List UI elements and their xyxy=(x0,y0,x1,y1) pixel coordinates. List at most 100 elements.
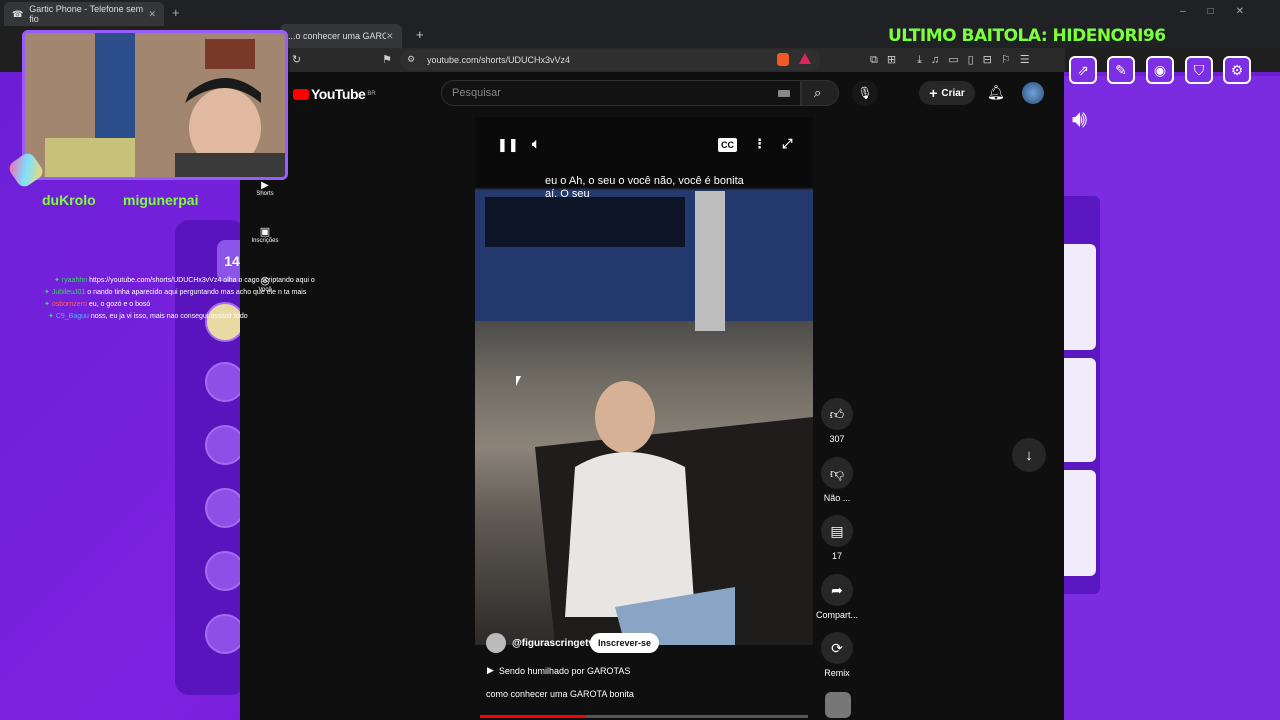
pillar xyxy=(695,191,725,331)
comment-icon: ▤ xyxy=(830,522,844,539)
shield-icon[interactable]: ⛉ xyxy=(1185,56,1213,84)
like-count: 307 xyxy=(829,434,845,444)
option-card[interactable] xyxy=(1064,244,1096,350)
brave-shield-icon[interactable] xyxy=(777,53,789,66)
chat-message: ✦ C9_Baguu noss, eu ja vi isso, mais nao… xyxy=(48,312,248,320)
tab-label: ...o conhecer uma GAROTA xyxy=(288,31,386,41)
external-link-icon[interactable]: ⇗ xyxy=(1069,56,1097,84)
empty-avatar xyxy=(205,551,245,591)
cam-name-right: migunerpai xyxy=(123,192,199,208)
remix-label: Remix xyxy=(824,668,850,678)
shorts-icon: ▶ xyxy=(261,180,269,191)
microphone-icon: 🎙︎ xyxy=(857,86,873,100)
progress-fill xyxy=(480,715,585,718)
share-button[interactable]: ➦ xyxy=(821,574,853,606)
playlist-link[interactable]: ▶ Sendo humilhado por GAROTAS xyxy=(487,665,630,676)
tab-gartic[interactable]: ☎ Gartic Phone - Telefone sem fio ✕ xyxy=(4,2,164,26)
create-button[interactable]: + Criar xyxy=(919,81,975,105)
video-title[interactable]: como conhecer uma GAROTA bonita xyxy=(486,689,634,699)
window-controls[interactable]: –□✕ xyxy=(1180,6,1266,17)
empty-avatar xyxy=(205,425,245,465)
cam-name-left: duKrolo xyxy=(42,192,96,208)
chat-message: ✦ ryaahhn https://youtube.com/shorts/UDU… xyxy=(54,276,315,284)
edit-icon[interactable]: ✎ xyxy=(1107,56,1135,84)
option-card[interactable] xyxy=(1064,358,1096,462)
video-caption: eu o Ah, o seu o você não, você é bonita… xyxy=(545,175,744,200)
youtube-wordmark: YouTube xyxy=(311,86,366,102)
close-tab-icon[interactable]: ✕ xyxy=(148,9,156,20)
share-label: Compart... xyxy=(815,610,858,620)
moderator-icon: ✦ xyxy=(54,277,60,284)
next-video-button[interactable]: ↓ xyxy=(1012,438,1046,472)
sound-thumbnail[interactable] xyxy=(825,692,851,718)
volume-icon[interactable]: 🔈︎ xyxy=(532,136,540,152)
dislike-icon: 👎︎ xyxy=(829,464,845,481)
webcam-overlay xyxy=(22,30,288,180)
sidebar-label: Inscrições xyxy=(251,238,279,244)
create-label: Criar xyxy=(941,87,965,99)
like-button[interactable]: 👍︎ xyxy=(821,398,853,430)
voice-search-button[interactable]: 🎙︎ xyxy=(852,80,878,106)
browser-tab-bar: ☎ Gartic Phone - Telefone sem fio ✕ + –□… xyxy=(0,0,1280,26)
url-text[interactable]: youtube.com/shorts/UDUCHx3vVz4 xyxy=(427,55,570,65)
remix-icon: ⟳ xyxy=(831,639,843,656)
chat-message: ✦ JubileuJ01 o nando tinha aparecido aqu… xyxy=(44,288,306,296)
volume-icon[interactable]: 🔊︎ xyxy=(1072,106,1087,134)
bus-windows xyxy=(485,197,685,247)
chat-text: https://youtube.com/shorts/UDUCHx3vVz4 o… xyxy=(89,277,315,284)
search-input[interactable]: Pesquisar xyxy=(452,87,501,99)
gear-icon[interactable]: ⚙ xyxy=(1223,56,1251,84)
captions-button[interactable]: CC xyxy=(718,138,737,152)
subscribe-button[interactable]: Inscrever-se xyxy=(590,633,660,653)
remix-button[interactable]: ⟳ xyxy=(821,632,853,664)
subscriptions-icon: ▣ xyxy=(259,226,271,238)
site-settings-icon[interactable]: ⚙ xyxy=(407,54,415,65)
browser-toolbar-icons[interactable]: ⧉⊞ ⤓♫▭▯⊟⚐☰ xyxy=(870,53,1039,67)
chat-user: JubileuJ01 xyxy=(51,289,86,296)
channel-name[interactable]: @figurascringetv xyxy=(512,638,594,649)
avatar[interactable] xyxy=(1022,82,1044,104)
mouse-cursor xyxy=(516,376,526,386)
moderator-icon: ✦ xyxy=(44,289,50,296)
comment-button[interactable]: ▤ xyxy=(821,515,853,547)
tab-label: Gartic Phone - Telefone sem fio xyxy=(29,4,144,24)
dislike-button[interactable]: 👎︎ xyxy=(821,457,853,489)
empty-avatar xyxy=(205,488,245,528)
option-card[interactable] xyxy=(1064,470,1096,576)
dislike-label: Não ... xyxy=(823,493,851,503)
sidebar-item-subscriptions[interactable]: ▣ Inscrições xyxy=(245,225,285,244)
eye-icon[interactable]: ◉ xyxy=(1146,56,1174,84)
phone-icon: ☎ xyxy=(12,8,24,19)
play-icon: ▶ xyxy=(487,665,494,675)
more-options-icon[interactable]: ⋮ xyxy=(753,136,766,152)
search-button[interactable]: ⌕ xyxy=(801,80,839,106)
search-field[interactable]: Pesquisar xyxy=(441,80,801,106)
chat-text: eu, o gozó e o bosó xyxy=(88,301,151,308)
search-icon: ⌕ xyxy=(814,85,822,100)
bookmark-icon[interactable]: ⚑ xyxy=(382,53,392,66)
tab-youtube[interactable]: ...o conhecer uma GAROTA ✕ xyxy=(280,24,402,48)
fullscreen-icon[interactable]: ⤢ xyxy=(782,136,792,152)
reload-icon[interactable]: ↻ xyxy=(292,53,301,66)
chat-message: ✦ osbornzero eu, o gozó e o bosó xyxy=(44,300,150,308)
new-tab-button[interactable]: + xyxy=(416,27,424,42)
moderator-icon: ✦ xyxy=(48,313,54,320)
empty-avatar xyxy=(205,614,245,654)
close-tab-icon[interactable]: ✕ xyxy=(386,31,394,42)
pause-icon[interactable]: ❚❚ xyxy=(497,137,519,153)
notifications-icon[interactable]: 🔔︎ xyxy=(987,84,1005,101)
moderator-icon: ✦ xyxy=(44,301,50,308)
progress-bar[interactable] xyxy=(480,715,808,718)
chat-text: noss, eu ja vi isso, mais nao consegui a… xyxy=(90,313,248,320)
sidebar-label: Shorts xyxy=(256,191,274,197)
youtube-logo[interactable]: YouTube BR xyxy=(293,86,376,102)
sidebar-item-shorts[interactable]: ▶ Shorts xyxy=(245,180,285,197)
playlist-title: Sendo humilhado por GAROTAS xyxy=(498,665,631,676)
keyboard-icon[interactable] xyxy=(778,90,790,97)
new-tab-button[interactable]: + xyxy=(172,5,180,20)
like-icon: 👍︎ xyxy=(829,405,845,422)
rewards-icon[interactable] xyxy=(799,53,811,64)
channel-avatar[interactable] xyxy=(486,633,506,653)
chat-text: o nando tinha aparecido aqui perguntando… xyxy=(87,289,307,296)
comment-count: 17 xyxy=(831,551,842,561)
